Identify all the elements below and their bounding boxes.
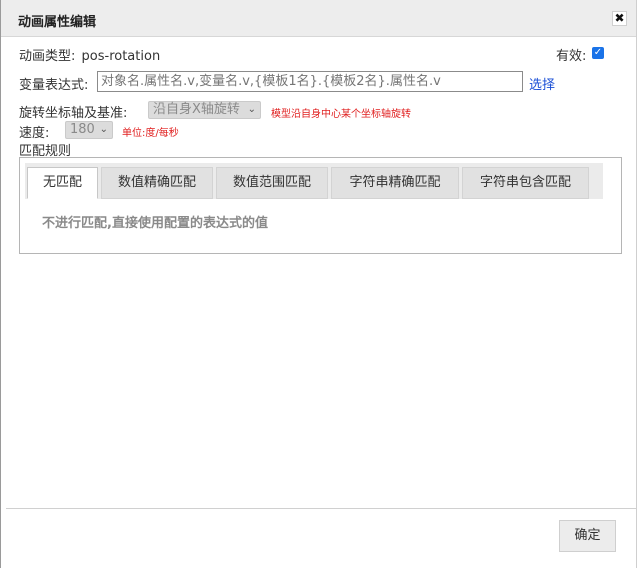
dialog-title: 动画属性编辑 [18,15,97,30]
expression-label: 变量表达式: [19,78,89,93]
match-rule-description: 不进行匹配,直接使用配置的表达式的值 [42,216,268,231]
speed-label: 速度: [19,126,50,141]
footer-divider [6,508,636,509]
speed-hint: 单位:度/每秒 [122,128,179,139]
speed-selected: 180 [70,122,95,137]
rotation-axis-select[interactable]: 沿自身X轴旋转 ⌄ [148,101,261,119]
animation-type-row: 动画类型: pos-rotation [19,45,160,64]
animation-type-value: pos-rotation [81,49,161,64]
dialog-titlebar: 动画属性编辑 ✖ [1,0,636,37]
tab-string-exact[interactable]: 字符串精确匹配 [331,167,459,199]
rotation-axis-label: 旋转坐标轴及基准: [19,106,128,121]
close-icon: ✖ [614,11,625,25]
tab-numeric-range[interactable]: 数值范围匹配 [216,167,328,199]
tab-no-match[interactable]: 无匹配 [27,167,98,199]
speed-select[interactable]: 180 ⌄ [65,121,113,139]
match-rules-panel: 无匹配 数值精确匹配 数值范围匹配 字符串精确匹配 字符串包含匹配 不进行匹配,… [19,157,622,254]
rotation-axis-hint: 模型沿自身中心某个坐标轴旋转 [271,109,411,120]
match-rules-tabbar: 无匹配 数值精确匹配 数值范围匹配 字符串精确匹配 字符串包含匹配 [25,163,603,199]
animation-type-label: 动画类型: [19,49,76,64]
select-variable-link[interactable]: 选择 [529,74,555,93]
valid-checkbox[interactable]: ✓ [592,47,604,59]
expression-input[interactable] [97,71,523,92]
rotation-axis-selected: 沿自身X轴旋转 [153,102,240,117]
confirm-button[interactable]: 确定 [559,520,616,552]
tab-numeric-exact[interactable]: 数值精确匹配 [101,167,213,199]
valid-label: 有效: [556,49,587,64]
animation-property-dialog: 动画属性编辑 ✖ 动画类型: pos-rotation 有效: ✓ 变量表达式:… [0,0,637,568]
tab-string-contains[interactable]: 字符串包含匹配 [462,167,589,199]
check-icon: ✓ [593,47,603,58]
chevron-down-icon: ⌄ [99,124,108,135]
chevron-down-icon: ⌄ [247,104,256,115]
close-button[interactable]: ✖ [612,11,627,26]
